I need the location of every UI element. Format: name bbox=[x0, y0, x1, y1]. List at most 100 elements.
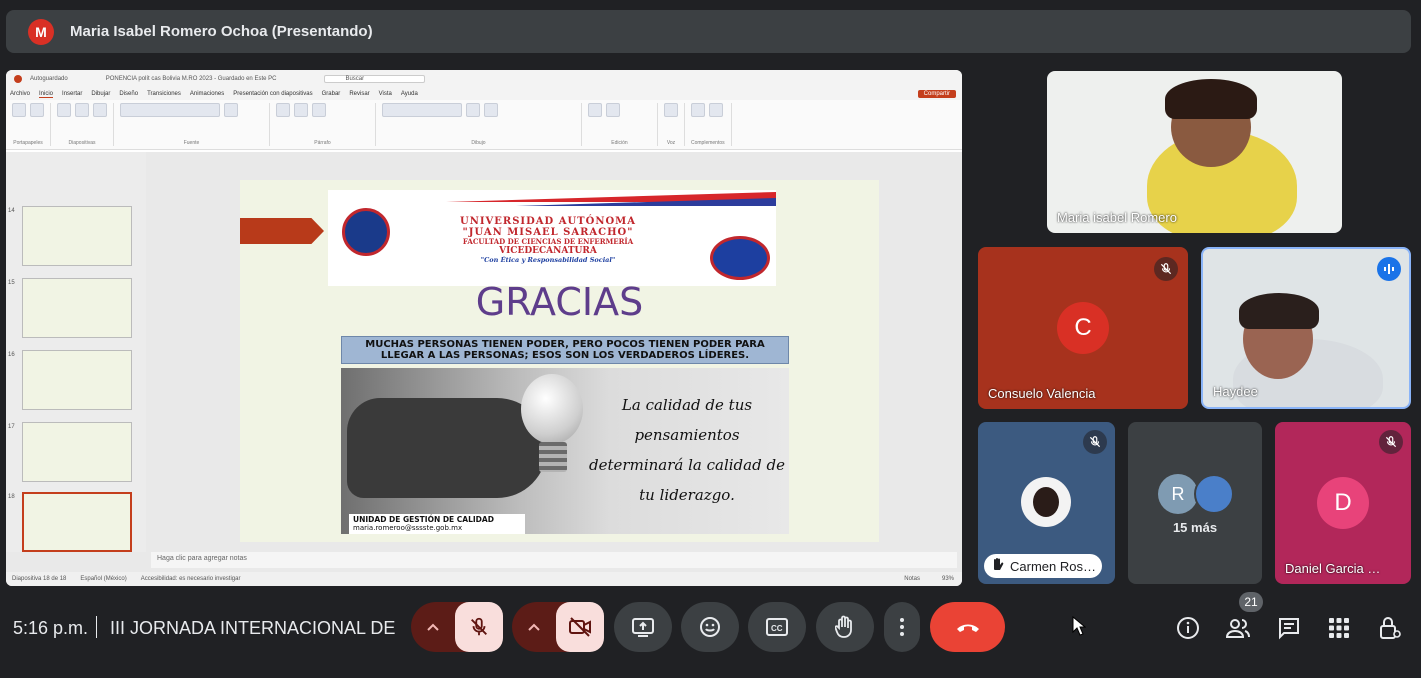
thumbnail-row: 18 bbox=[8, 492, 138, 554]
shared-screen: Autoguardado PONENCIA polít cas Bolivia … bbox=[6, 70, 962, 586]
ribbon-group: Portapapeles bbox=[12, 103, 51, 146]
participant-name: Maria isabel Romero bbox=[1057, 210, 1177, 225]
emoji-button[interactable] bbox=[681, 602, 739, 652]
slide-thumbnails: 14 15 16 17 18 bbox=[6, 152, 146, 552]
slide-arrow-shape bbox=[240, 218, 324, 244]
ppt-ribbon: Portapapeles Diapositivas Fuente Párrafo… bbox=[6, 100, 962, 150]
presenter-avatar: M bbox=[28, 18, 54, 45]
ppt-status-bar: Diapositiva 18 de 18 Español (México) Ac… bbox=[6, 572, 962, 586]
ppt-share-button: Compartir bbox=[917, 90, 956, 98]
thumbnail bbox=[22, 350, 132, 410]
people-button[interactable] bbox=[1224, 614, 1252, 642]
avatar bbox=[1194, 474, 1234, 514]
university-banner: UNIVERSIDAD AUTÓNOMA "JUAN MISAEL SARACH… bbox=[328, 190, 776, 286]
meeting-title: III JORNADA INTERNACIONAL DE … bbox=[110, 618, 400, 638]
ppt-file-title: PONENCIA polít cas Bolivia M.RO 2023 - G… bbox=[105, 76, 277, 82]
ppt-menu-presentacion: Presentación con diapositivas bbox=[233, 91, 313, 97]
presenter-label: Maria Isabel Romero Ochoa (Presentando) bbox=[70, 23, 373, 40]
raise-hand-icon bbox=[835, 615, 852, 638]
camera-off-icon bbox=[569, 617, 592, 637]
status-zoom: 93% bbox=[941, 576, 954, 582]
clock: 5:16 p.m. bbox=[13, 618, 89, 638]
status-language: Español (México) bbox=[80, 576, 127, 582]
ppt-menu-revisar: Revisar bbox=[349, 91, 370, 97]
ppt-menu-grabar: Grabar bbox=[321, 91, 341, 97]
participant-tile-maria[interactable]: Maria isabel Romero bbox=[1047, 71, 1342, 233]
avatar: R bbox=[1158, 474, 1198, 514]
faculty-name: FACULTAD DE CIENCIAS DE ENFERMERÍA bbox=[462, 237, 634, 246]
status-notes: Notas bbox=[904, 576, 920, 582]
chat-button[interactable] bbox=[1275, 614, 1303, 642]
participant-tile-daniel[interactable]: D Daniel Garcia … bbox=[1275, 422, 1411, 584]
mic-off-icon bbox=[471, 617, 488, 636]
chevron-up-icon[interactable] bbox=[512, 602, 556, 652]
participant-tile-haydee[interactable]: Haydee bbox=[1201, 247, 1411, 409]
participant-tile-consuelo[interactable]: C Consuelo Valencia bbox=[978, 247, 1188, 409]
more-vert-icon bbox=[900, 618, 904, 636]
host-controls-icon bbox=[1380, 617, 1401, 639]
raise-hand-icon bbox=[992, 557, 1004, 576]
thumbnail bbox=[22, 422, 132, 482]
ribbon-group: Voz bbox=[664, 103, 685, 146]
mic-toggle-button[interactable] bbox=[455, 602, 503, 652]
ribbon-group: Edición bbox=[588, 103, 658, 146]
slide-title: GRACIAS bbox=[475, 280, 644, 324]
vice-deanship: VICEDECANATURA bbox=[499, 246, 597, 256]
avatar: C bbox=[1057, 302, 1109, 354]
ppt-menu-vista: Vista bbox=[378, 91, 392, 97]
present-button[interactable] bbox=[614, 602, 672, 652]
ppt-workspace: 14 15 16 17 18 UNIVERSIDAD AUTÓNOMA "JUA… bbox=[6, 152, 962, 572]
handwritten-quote: La calidad de tus pensamientos determina… bbox=[589, 396, 785, 504]
thumbnail-row: 15 bbox=[8, 278, 138, 340]
raise-hand-button[interactable] bbox=[816, 602, 874, 652]
host-controls-button[interactable] bbox=[1376, 614, 1404, 642]
participant-tile-carmen[interactable]: Carmen Ros… bbox=[978, 422, 1115, 584]
camera-toggle-button[interactable] bbox=[556, 602, 604, 652]
thumbnail-row: 16 bbox=[8, 350, 138, 412]
ppt-menu-archivo: Archivo bbox=[10, 91, 31, 97]
meeting-details-button[interactable] bbox=[1174, 614, 1202, 642]
status-accessibility: Accesibilidad: es necesario investigar bbox=[140, 576, 241, 582]
status-slide-count: Diapositiva 18 de 18 bbox=[12, 576, 67, 582]
participant-tile-more[interactable]: R 15 más bbox=[1128, 422, 1262, 584]
participant-label-pill: Carmen Ros… bbox=[984, 554, 1102, 578]
thumbnail bbox=[22, 206, 132, 266]
participant-name: Consuelo Valencia bbox=[988, 386, 1096, 401]
notes-placeholder: Haga clic para agregar notas bbox=[151, 552, 957, 568]
lightbulb-photo: La calidad de tus pensamientos determina… bbox=[341, 368, 789, 534]
unit-name: UNIDAD DE GESTIÓN DE CALIDAD bbox=[353, 515, 494, 524]
divider bbox=[96, 616, 97, 638]
chat-icon bbox=[1279, 618, 1299, 640]
ppt-autosave: Autoguardado bbox=[30, 76, 68, 82]
university-seal-logo bbox=[342, 208, 390, 256]
info-icon bbox=[1177, 617, 1199, 639]
university-name: UNIVERSIDAD AUTÓNOMA bbox=[459, 216, 637, 227]
contact-email: maria.romeroo@sssste.gob.mx bbox=[353, 524, 463, 532]
people-count-badge: 21 bbox=[1239, 592, 1263, 612]
chevron-up-icon[interactable] bbox=[411, 602, 455, 652]
ppt-menu-ayuda: Ayuda bbox=[400, 91, 418, 97]
hand-shape bbox=[347, 398, 547, 498]
ppt-title-bar: Autoguardado PONENCIA polít cas Bolivia … bbox=[6, 70, 962, 88]
ppt-menu-diseno: Diseño bbox=[119, 91, 139, 97]
present-icon bbox=[632, 618, 654, 637]
ribbon-group: Complementos bbox=[691, 103, 732, 146]
more-options-button[interactable] bbox=[884, 602, 920, 652]
participant-name: Haydee bbox=[1213, 384, 1258, 399]
activities-icon bbox=[1329, 618, 1349, 638]
leave-call-button[interactable] bbox=[930, 602, 1005, 652]
nursing-faculty-logo bbox=[710, 236, 770, 280]
ppt-logo-icon bbox=[14, 75, 22, 83]
presenter-bar: M Maria Isabel Romero Ochoa (Presentando… bbox=[6, 10, 1411, 53]
slide-footer: UNIDAD DE GESTIÓN DE CALIDAD maria.romer… bbox=[349, 514, 525, 534]
ribbon-group: Fuente bbox=[120, 103, 270, 146]
ppt-menu-dibujar: Dibujar bbox=[91, 91, 111, 97]
captions-button[interactable]: CC bbox=[748, 602, 806, 652]
mouse-cursor bbox=[1072, 615, 1087, 641]
thumbnail bbox=[22, 278, 132, 338]
slogan: "Con Ética y Responsabilidad Social" bbox=[480, 256, 616, 264]
activities-button[interactable] bbox=[1325, 614, 1353, 642]
avatar bbox=[1020, 477, 1071, 527]
participant-name: Daniel Garcia … bbox=[1285, 561, 1381, 576]
speaking-icon bbox=[1377, 257, 1401, 281]
